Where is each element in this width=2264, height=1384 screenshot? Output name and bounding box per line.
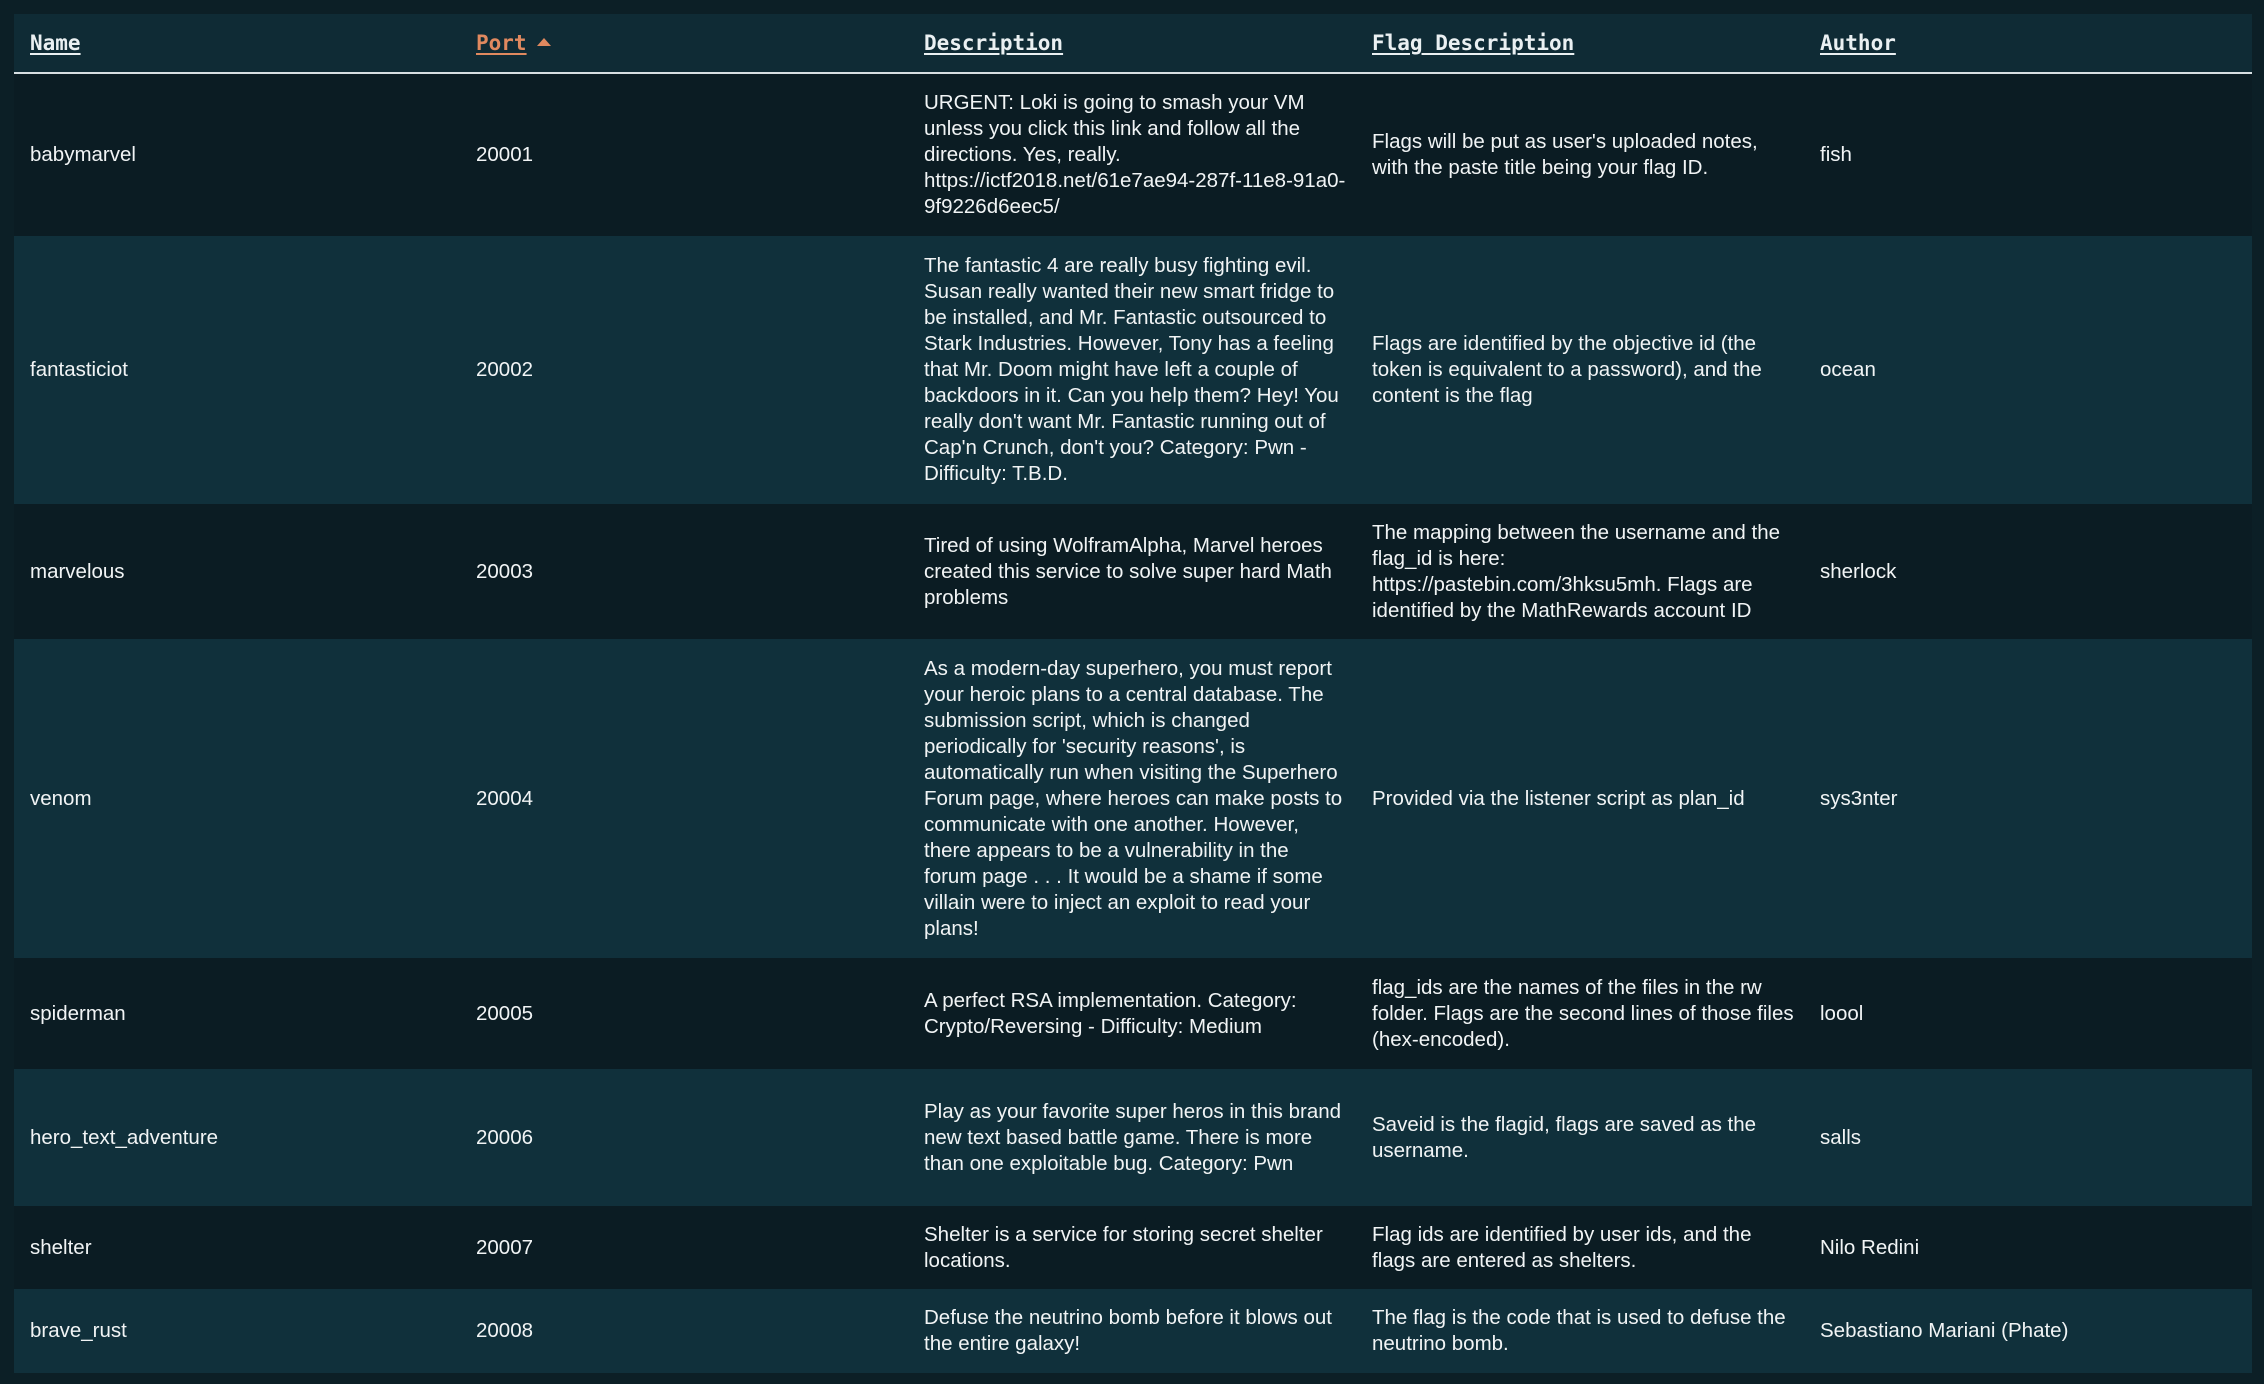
column-header-port[interactable]: Port	[460, 14, 908, 74]
cell-description: A perfect RSA implementation. Category: …	[924, 988, 1297, 1038]
cell-port: 20006	[476, 1125, 534, 1149]
cell-description: The fantastic 4 are really busy fighting…	[924, 254, 1339, 485]
cell-description: As a modern-day superhero, you must repo…	[924, 656, 1343, 940]
cell-flag-description: Flags are identified by the objective id…	[1372, 332, 1762, 407]
cell-author: loool	[1820, 1001, 1864, 1025]
table-row: spiderman 20005 A perfect RSA implementa…	[14, 958, 2252, 1069]
cell-author: salls	[1820, 1125, 1862, 1149]
cell-name: spiderman	[30, 1001, 126, 1025]
table-row: babymarvel 20001 URGENT: Loki is going t…	[14, 73, 2252, 236]
column-header-flag-description[interactable]: Flag Description	[1356, 14, 1804, 74]
table-header: Name Port Description Flag Description A…	[14, 14, 2252, 74]
cell-description: Shelter is a service for storing secret …	[924, 1222, 1323, 1272]
cell-name: brave_rust	[30, 1319, 127, 1342]
cell-author: sys3nter	[1820, 786, 1898, 810]
sort-link-flag-description[interactable]: Flag Description	[1372, 31, 1574, 55]
column-header-name[interactable]: Name	[14, 14, 460, 74]
cell-description: Tired of using WolframAlpha, Marvel hero…	[924, 533, 1332, 609]
services-table-container: Name Port Description Flag Description A…	[14, 14, 2252, 1373]
cell-flag-description: The flag is the code that is used to def…	[1372, 1306, 1786, 1355]
cell-flag-description: flag_ids are the names of the files in t…	[1372, 975, 1794, 1051]
sort-link-description[interactable]: Description	[924, 31, 1063, 55]
cell-flag-description: Flags will be put as user's uploaded not…	[1372, 130, 1758, 179]
cell-name: shelter	[30, 1235, 92, 1259]
cell-port: 20001	[476, 143, 534, 166]
table-row: marvelous 20003 Tired of using WolframAl…	[14, 504, 2252, 639]
column-header-author[interactable]: Author	[1804, 14, 2252, 74]
cell-author: sherlock	[1820, 559, 1897, 583]
cell-port: 20003	[476, 559, 534, 583]
cell-name: venom	[30, 786, 92, 810]
sort-link-port[interactable]: Port	[476, 31, 527, 55]
table-body: babymarvel 20001 URGENT: Loki is going t…	[14, 73, 2252, 1373]
header-row: Name Port Description Flag Description A…	[14, 14, 2252, 74]
cell-description: Play as your favorite super heros in thi…	[924, 1099, 1342, 1175]
sort-link-name[interactable]: Name	[30, 31, 81, 55]
cell-flag-description: Saveid is the flagid, flags are saved as…	[1372, 1112, 1757, 1162]
cell-port: 20004	[476, 786, 534, 810]
sort-link-author[interactable]: Author	[1820, 31, 1896, 55]
cell-author: Sebastiano Mariani (Phate)	[1820, 1319, 2069, 1342]
table-row: brave_rust 20008 Defuse the neutrino bom…	[14, 1289, 2252, 1373]
cell-port: 20005	[476, 1001, 534, 1025]
table-row: hero_text_adventure 20006 Play as your f…	[14, 1069, 2252, 1206]
sort-ascending-icon	[536, 38, 551, 46]
cell-port: 20008	[476, 1319, 534, 1342]
cell-port: 20007	[476, 1235, 534, 1259]
table-row: venom 20004 As a modern-day superhero, y…	[14, 639, 2252, 958]
table-row: shelter 20007 Shelter is a service for s…	[14, 1206, 2252, 1289]
cell-author: fish	[1820, 143, 1852, 166]
cell-author: Nilo Redini	[1820, 1235, 1920, 1259]
column-header-description[interactable]: Description	[908, 14, 1356, 74]
cell-flag-description: Flag ids are identified by user ids, and…	[1372, 1222, 1752, 1272]
cell-flag-description: Provided via the listener script as plan…	[1372, 786, 1745, 810]
cell-name: fantasticiot	[30, 358, 128, 381]
cell-name: hero_text_adventure	[30, 1125, 219, 1149]
cell-port: 20002	[476, 358, 534, 381]
cell-name: marvelous	[30, 559, 125, 583]
cell-flag-description: The mapping between the username and the…	[1372, 520, 1780, 622]
cell-description: Defuse the neutrino bomb before it blows…	[924, 1306, 1332, 1355]
cell-name: babymarvel	[30, 143, 136, 166]
cell-description: URGENT: Loki is going to smash your VM u…	[924, 91, 1346, 218]
table-row: fantasticiot 20002 The fantastic 4 are r…	[14, 236, 2252, 504]
services-table: Name Port Description Flag Description A…	[14, 14, 2252, 1373]
cell-author: ocean	[1820, 358, 1876, 381]
